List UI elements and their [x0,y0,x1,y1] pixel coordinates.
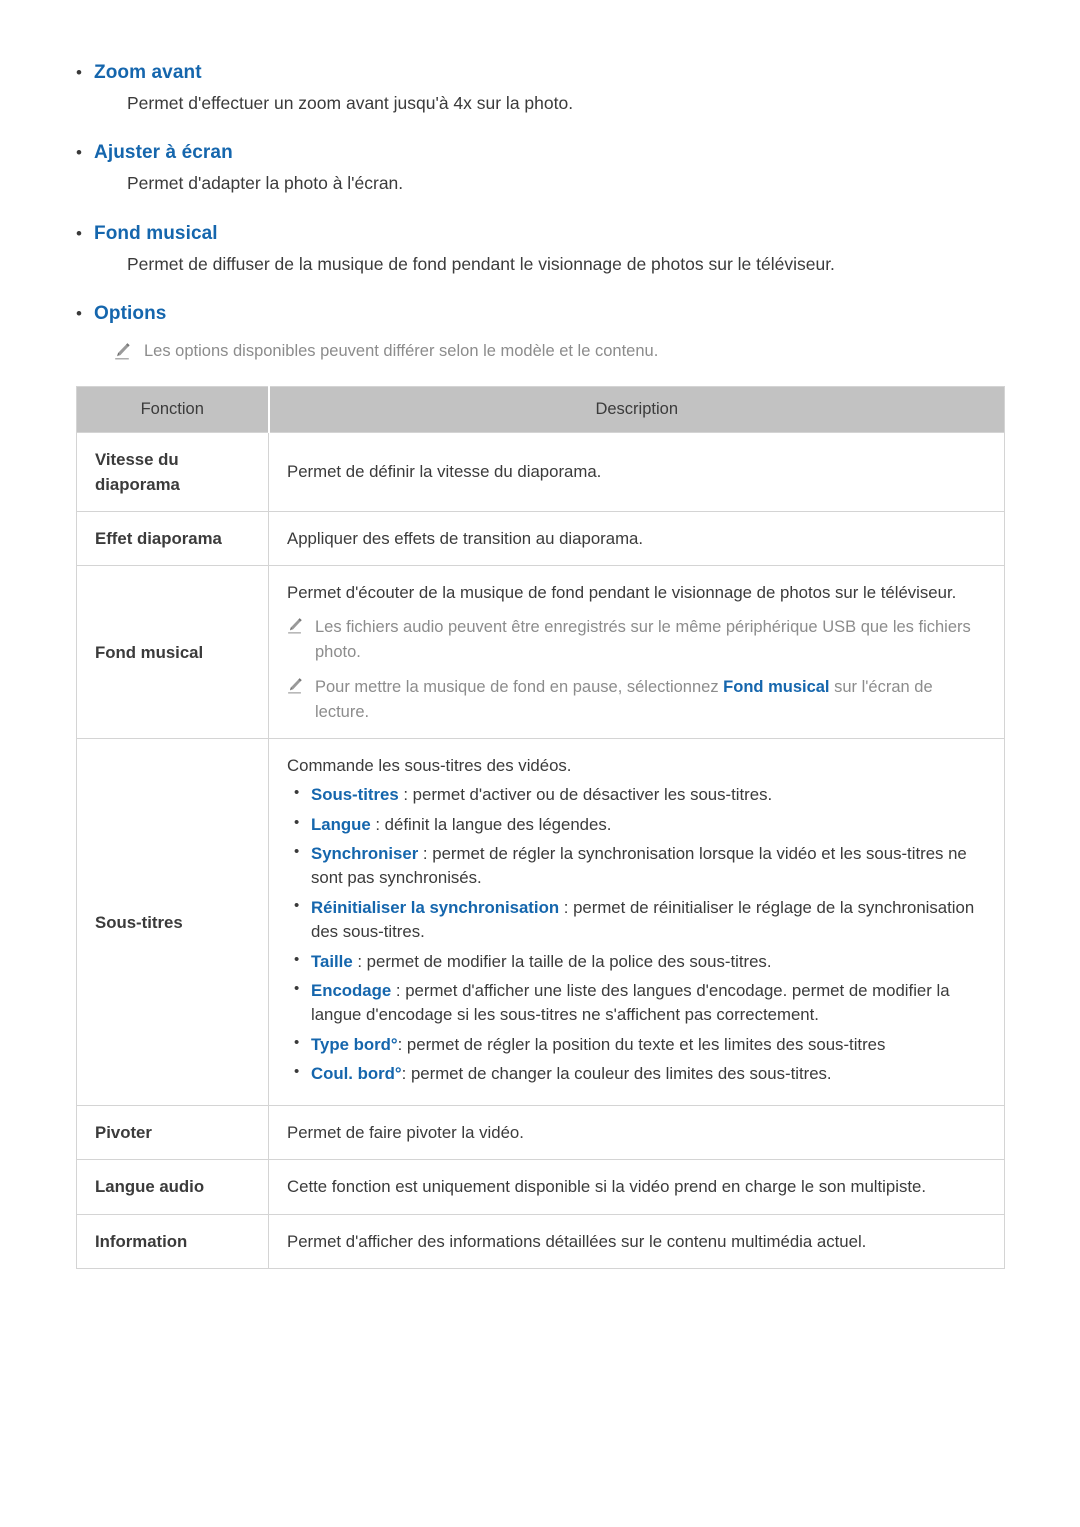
section-title: Zoom avant [94,62,202,83]
section-heading: Fond musical [76,223,1004,245]
bullet-point-icon [76,64,94,81]
table-row: Sous-titres Commande les sous-titres des… [76,738,1005,1106]
sub-option-separator: : [559,897,574,917]
sub-option-list: Sous-titres : permet d'activer ou de dés… [287,782,982,1086]
section-heading: Options [76,303,1004,325]
row-description: Permet de faire pivoter la vidéo. [268,1105,1005,1160]
note-text: Les fichiers audio peuvent être enregist… [315,618,971,661]
sub-option-text: définit la langue des légendes. [384,814,612,834]
section-heading: Zoom avant [76,62,1004,84]
list-item: Réinitialiser la synchronisation : perme… [287,895,982,945]
sub-option-separator: : [418,844,433,864]
sub-option-term[interactable]: Coul. bord° [311,1064,402,1083]
list-item: Taille : permet de modifier la taille de… [287,948,982,974]
sub-option-separator: : [352,951,367,971]
list-item: Langue : définit la langue des légendes. [287,812,982,837]
section-options: Options Les options disponibles peuvent … [76,303,1004,364]
sub-option-term[interactable]: Type bord° [311,1035,398,1054]
sub-option-separator: : [391,980,406,1000]
sub-option-text: permet de changer la couleur des limites… [410,1063,832,1083]
options-table: Fonction Description Vitesse du diaporam… [76,385,1005,1269]
document-page: Zoom avant Permet d'effectuer un zoom av… [0,0,1080,1527]
sub-option-term[interactable]: Synchroniser [311,844,418,863]
table-row: Information Permet d'afficher des inform… [76,1213,1005,1269]
list-item: Type bord°: permet de régler la position… [287,1032,982,1057]
list-item: Coul. bord°: permet de changer la couleu… [287,1061,982,1086]
note-line: Les fichiers audio peuvent être enregist… [287,615,982,665]
row-description: Permet de définir la vitesse du diaporam… [268,431,1005,512]
sub-option-separator: : [398,785,413,805]
row-description: Commande les sous-titres des vidéos. Sou… [268,738,1005,1106]
row-description: Cette fonction est uniquement disponible… [268,1159,1005,1215]
list-item: Encodage : permet d'afficher une liste d… [287,978,982,1028]
sub-option-term[interactable]: Réinitialiser la synchronisation [311,898,559,917]
section-body-text: Permet d'effectuer un zoom avant jusqu'à… [127,93,574,113]
section-title: Options [94,302,167,324]
note-line: Pour mettre la musique de fond en pause,… [287,675,982,725]
bullet-point-icon [76,305,94,322]
sub-option-text: permet de modifier la taille de la polic… [366,951,772,971]
description-lead: Commande les sous-titres des vidéos. [287,756,572,776]
note-line: Les options disponibles peuvent différer… [76,339,1004,364]
section-body-text: Permet de diffuser de la musique de fond… [127,253,835,274]
row-function-sous-titres: Sous-titres [76,738,269,1106]
note-text: Pour mettre la musique de fond en pause,… [315,675,982,725]
note-text-before: Pour mettre la musique de fond en pause,… [315,677,724,696]
list-item: Sous-titres : permet d'activer ou de dés… [287,782,982,807]
row-function-langue-audio: Langue audio [76,1159,269,1215]
row-description: Permet d'écouter de la musique de fond p… [268,565,1005,739]
column-header-description: Description [268,386,1005,433]
column-header-function: Fonction [76,386,270,433]
bullet-point-icon [76,225,94,242]
row-function-effet-diaporama: Effet diaporama [76,510,269,566]
pencil-note-icon [287,675,315,695]
sub-option-separator: : [370,814,385,834]
sub-option-term[interactable]: Sous-titres [311,785,399,804]
table-header-row: Fonction Description [76,386,1005,433]
list-item: Synchroniser : permet de régler la synch… [287,841,982,891]
pencil-note-icon [114,339,144,361]
section-zoom-avant: Zoom avant Permet d'effectuer un zoom av… [76,62,1004,116]
note-text: Les options disponibles peuvent différer… [144,341,659,360]
sub-option-separator: : [401,1063,411,1083]
sub-option-text: permet de régler la position du texte et… [406,1034,886,1054]
section-heading: Ajuster à écran [76,142,1004,164]
sub-option-term[interactable]: Taille [311,952,353,971]
pencil-note-icon [287,615,315,635]
section-ajuster-a-ecran: Ajuster à écran Permet d'adapter la phot… [76,142,1004,196]
row-function-information: Information [76,1213,269,1269]
bullet-point-icon [76,144,94,161]
table-row: Pivoter Permet de faire pivoter la vidéo… [76,1105,1005,1160]
sub-option-term[interactable]: Encodage [311,981,391,1000]
section-body-text: Permet d'adapter la photo à l'écran. [127,173,404,194]
row-function-fond-musical: Fond musical [76,565,269,739]
sub-option-text: permet d'activer ou de désactiver les so… [412,785,773,805]
description-lead: Permet d'écouter de la musique de fond p… [287,583,957,603]
sub-option-text: permet d'afficher une liste des langues … [311,980,950,1025]
table-row: Langue audio Cette fonction est uniqueme… [76,1159,1005,1215]
sub-option-term[interactable]: Langue [311,815,371,834]
table-row: Vitesse du diaporama Permet de définir l… [76,431,1005,512]
row-function-pivoter: Pivoter [76,1105,269,1160]
table-row: Effet diaporama Appliquer des effets de … [76,510,1005,566]
inline-link-fond-musical[interactable]: Fond musical [723,678,829,696]
section-title: Fond musical [94,222,218,244]
row-description: Appliquer des effets de transition au di… [268,510,1005,566]
section-title: Ajuster à écran [94,142,233,164]
row-function-vitesse-du-diaporama: Vitesse du diaporama [76,431,269,512]
row-description: Permet d'afficher des informations détai… [268,1213,1005,1269]
sub-option-separator: : [397,1034,407,1054]
section-fond-musical: Fond musical Permet de diffuser de la mu… [76,223,1004,277]
table-row: Fond musical Permet d'écouter de la musi… [76,565,1005,739]
